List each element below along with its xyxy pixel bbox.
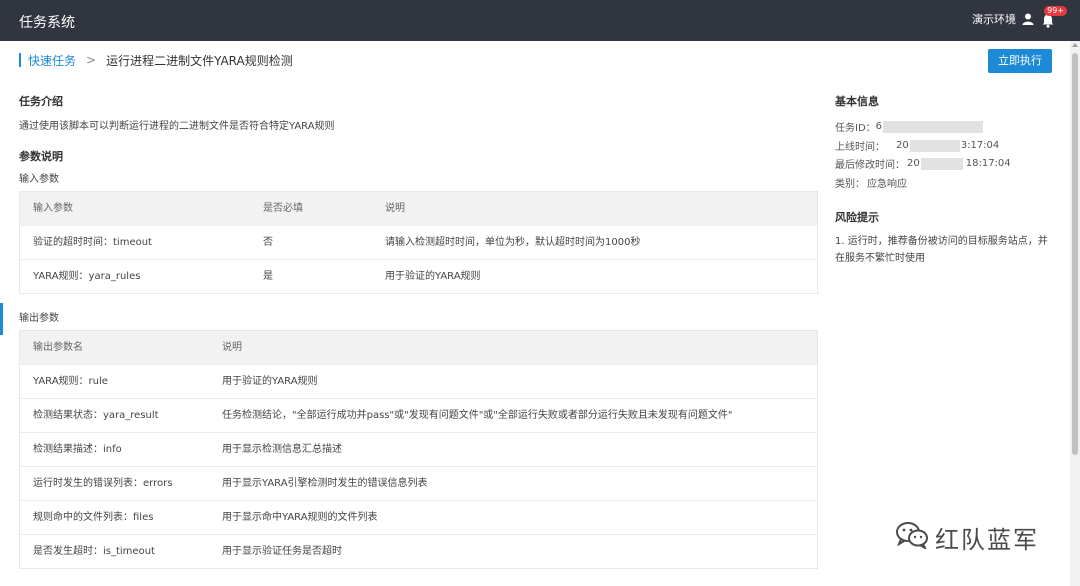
risk-title: 风险提示 [835, 211, 879, 224]
breadcrumb-separator: > [86, 53, 97, 67]
table-header-row: 输入参数 是否必填 说明 [20, 191, 817, 225]
intro-title: 任务介绍 [19, 95, 63, 108]
top-navigation-bar: 任务系统 演示环境 99+ [0, 0, 1080, 41]
table-header-row: 输出参数名 说明 [20, 330, 817, 364]
table-cell: 是 [263, 271, 273, 282]
table-cell: 验证的超时时间：timeout [33, 237, 152, 248]
input-params-title: 输入参数 [19, 174, 59, 185]
table-cell: 检测结果描述：info [33, 444, 122, 455]
redaction-block [909, 139, 960, 152]
wechat-icon [895, 521, 929, 555]
table-row: 检测结果描述：info 用于显示检测信息汇总描述 [20, 432, 817, 466]
table-cell: 用于显示命中YARA规则的文件列表 [222, 512, 378, 523]
run-now-button[interactable]: 立即执行 [988, 49, 1052, 73]
table-cell: 否 [263, 237, 273, 248]
online-time-prefix: 20 [896, 140, 909, 151]
environment-label[interactable]: 演示环境 [972, 11, 1016, 27]
intro-text: 通过使用该脚本可以判断运行进程的二进制文件是否符合特定YARA规则 [19, 121, 335, 132]
table-cell: 用于显示检测信息汇总描述 [222, 444, 342, 455]
table-row: 规则命中的文件列表：files 用于显示命中YARA规则的文件列表 [20, 500, 817, 534]
user-icon[interactable] [1022, 13, 1034, 25]
table-row: YARA规则：rule 用于验证的YARA规则 [20, 364, 817, 398]
online-time-suffix: 3:17:04 [960, 140, 1000, 151]
table-row: YARA规则：yara_rules 是 用于验证的YARA规则 [20, 259, 817, 293]
table-cell: 用于显示YARA引擎检测时发生的错误信息列表 [222, 478, 428, 489]
online-time-label: 上线时间： [835, 142, 885, 153]
breadcrumb: 快速任务 > 运行进程二进制文件YARA规则检测 [19, 52, 293, 68]
category-label: 类别： [835, 179, 865, 190]
table-row: 是否发生超时：is_timeout 用于显示验证任务是否超时 [20, 534, 817, 568]
risk-text: 1. 运行时，推荐备份被访问的目标服务站点，并在服务不繁忙时使用 [835, 236, 1048, 264]
task-id-value: 6 [875, 121, 883, 132]
output-params-title: 输出参数 [19, 313, 59, 324]
table-cell: YARA规则：yara_rules [33, 271, 141, 282]
redaction-block [883, 120, 984, 133]
params-title: 参数说明 [19, 150, 63, 163]
table-header-cell: 是否必填 [263, 203, 303, 214]
task-id-label: 任务ID： [835, 123, 876, 134]
online-time-line: 上线时间： 20 3:17:04 [835, 138, 999, 153]
table-cell: 用于验证的YARA规则 [222, 376, 318, 387]
output-params-table: 输出参数名 说明 YARA规则：rule 用于验证的YARA规则 检测结果状态：… [19, 330, 818, 569]
table-cell: 运行时发生的错误列表：errors [33, 478, 173, 489]
table-header-cell: 说明 [385, 203, 405, 214]
watermark-text: 红队蓝军 [935, 526, 1039, 554]
table-cell: 检测结果状态：yara_result [33, 410, 159, 421]
category-value: 应急响应 [867, 179, 907, 190]
table-cell: 用于验证的YARA规则 [385, 271, 481, 282]
modified-time-line: 最后修改时间： 20 18:17:04 [835, 156, 1011, 171]
table-cell: 规则命中的文件列表：files [33, 512, 154, 523]
input-params-table: 输入参数 是否必填 说明 验证的超时时间：timeout 否 请输入检测超时时间… [19, 191, 818, 294]
modified-time-prefix: 20 [907, 158, 920, 169]
table-cell: 请输入检测超时时间，单位为秒，默认超时时间为1000秒 [385, 237, 641, 248]
left-edge-indicator [0, 303, 3, 335]
table-header-cell: 输出参数名 [33, 342, 83, 353]
table-header-cell: 输入参数 [33, 203, 73, 214]
modified-time-label: 最后修改时间： [835, 160, 905, 171]
breadcrumb-marker [19, 53, 21, 67]
table-row: 检测结果状态：yara_result 任务检测结论，"全部运行成功并pass"或… [20, 398, 817, 432]
watermark: 红队蓝军 [895, 520, 1039, 555]
breadcrumb-link-quick-tasks[interactable]: 快速任务 [28, 52, 76, 69]
modified-time-suffix: 18:17:04 [965, 158, 1011, 169]
table-cell: YARA规则：rule [33, 376, 108, 387]
scrollbar-thumb[interactable] [1072, 53, 1078, 455]
environment-menu[interactable]: 演示环境 [972, 11, 1034, 27]
table-cell: 用于显示验证任务是否超时 [222, 546, 342, 557]
redaction-block [920, 157, 963, 170]
app-title[interactable]: 任务系统 [19, 12, 75, 32]
table-cell: 是否发生超时：is_timeout [33, 546, 155, 557]
notification-badge: 99+ [1044, 6, 1067, 16]
table-row: 验证的超时时间：timeout 否 请输入检测超时时间，单位为秒，默认超时时间为… [20, 225, 817, 259]
vertical-scrollbar[interactable] [1070, 41, 1080, 586]
scroll-up-arrow-icon[interactable] [1072, 43, 1078, 47]
table-cell: 任务检测结论，"全部运行成功并pass"或"发现有问题文件"或"全部运行失败或者… [222, 410, 733, 421]
breadcrumb-current: 运行进程二进制文件YARA规则检测 [106, 53, 293, 68]
table-header-cell: 说明 [222, 342, 242, 353]
basic-info-title: 基本信息 [835, 95, 879, 108]
task-id-line: 任务ID： 6 [835, 119, 984, 134]
table-row: 运行时发生的错误列表：errors 用于显示YARA引擎检测时发生的错误信息列表 [20, 466, 817, 500]
category-line: 类别： 应急响应 [835, 175, 907, 190]
